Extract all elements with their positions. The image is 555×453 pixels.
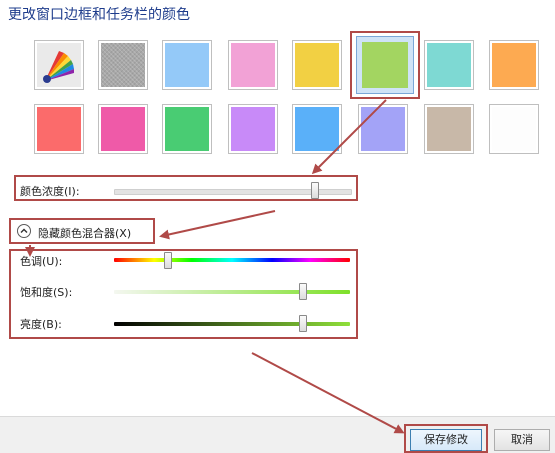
- swatch-teal[interactable]: [424, 40, 474, 90]
- swatch-yellow[interactable]: [292, 40, 342, 90]
- swatch-pink[interactable]: [228, 40, 278, 90]
- annotation-box-mixer: [9, 249, 358, 339]
- cancel-button[interactable]: 取消: [494, 429, 550, 451]
- swatch-magenta[interactable]: [98, 104, 148, 154]
- swatch-gray[interactable]: [98, 40, 148, 90]
- swatch-blue[interactable]: [292, 104, 342, 154]
- arrow-2: [159, 210, 276, 240]
- swatch-red[interactable]: [34, 104, 84, 154]
- page-title: 更改窗口边框和任务栏的颜色: [8, 7, 190, 23]
- annotation-box-intensity: [14, 175, 358, 201]
- swatch-sky-blue[interactable]: [162, 40, 212, 90]
- swatch-emerald[interactable]: [162, 104, 212, 154]
- swatch-taupe[interactable]: [424, 104, 474, 154]
- swatch-lavender[interactable]: [358, 104, 408, 154]
- swatch-white[interactable]: [489, 104, 539, 154]
- rainbow-fan-icon: [37, 43, 81, 87]
- swatch-violet[interactable]: [228, 104, 278, 154]
- annotation-box-save: [404, 424, 488, 453]
- swatch-orange[interactable]: [489, 40, 539, 90]
- annotation-box-mixer-toggle: [9, 218, 155, 244]
- annotation-box-selected-color: [350, 31, 420, 99]
- swatch-automatic[interactable]: [34, 40, 84, 90]
